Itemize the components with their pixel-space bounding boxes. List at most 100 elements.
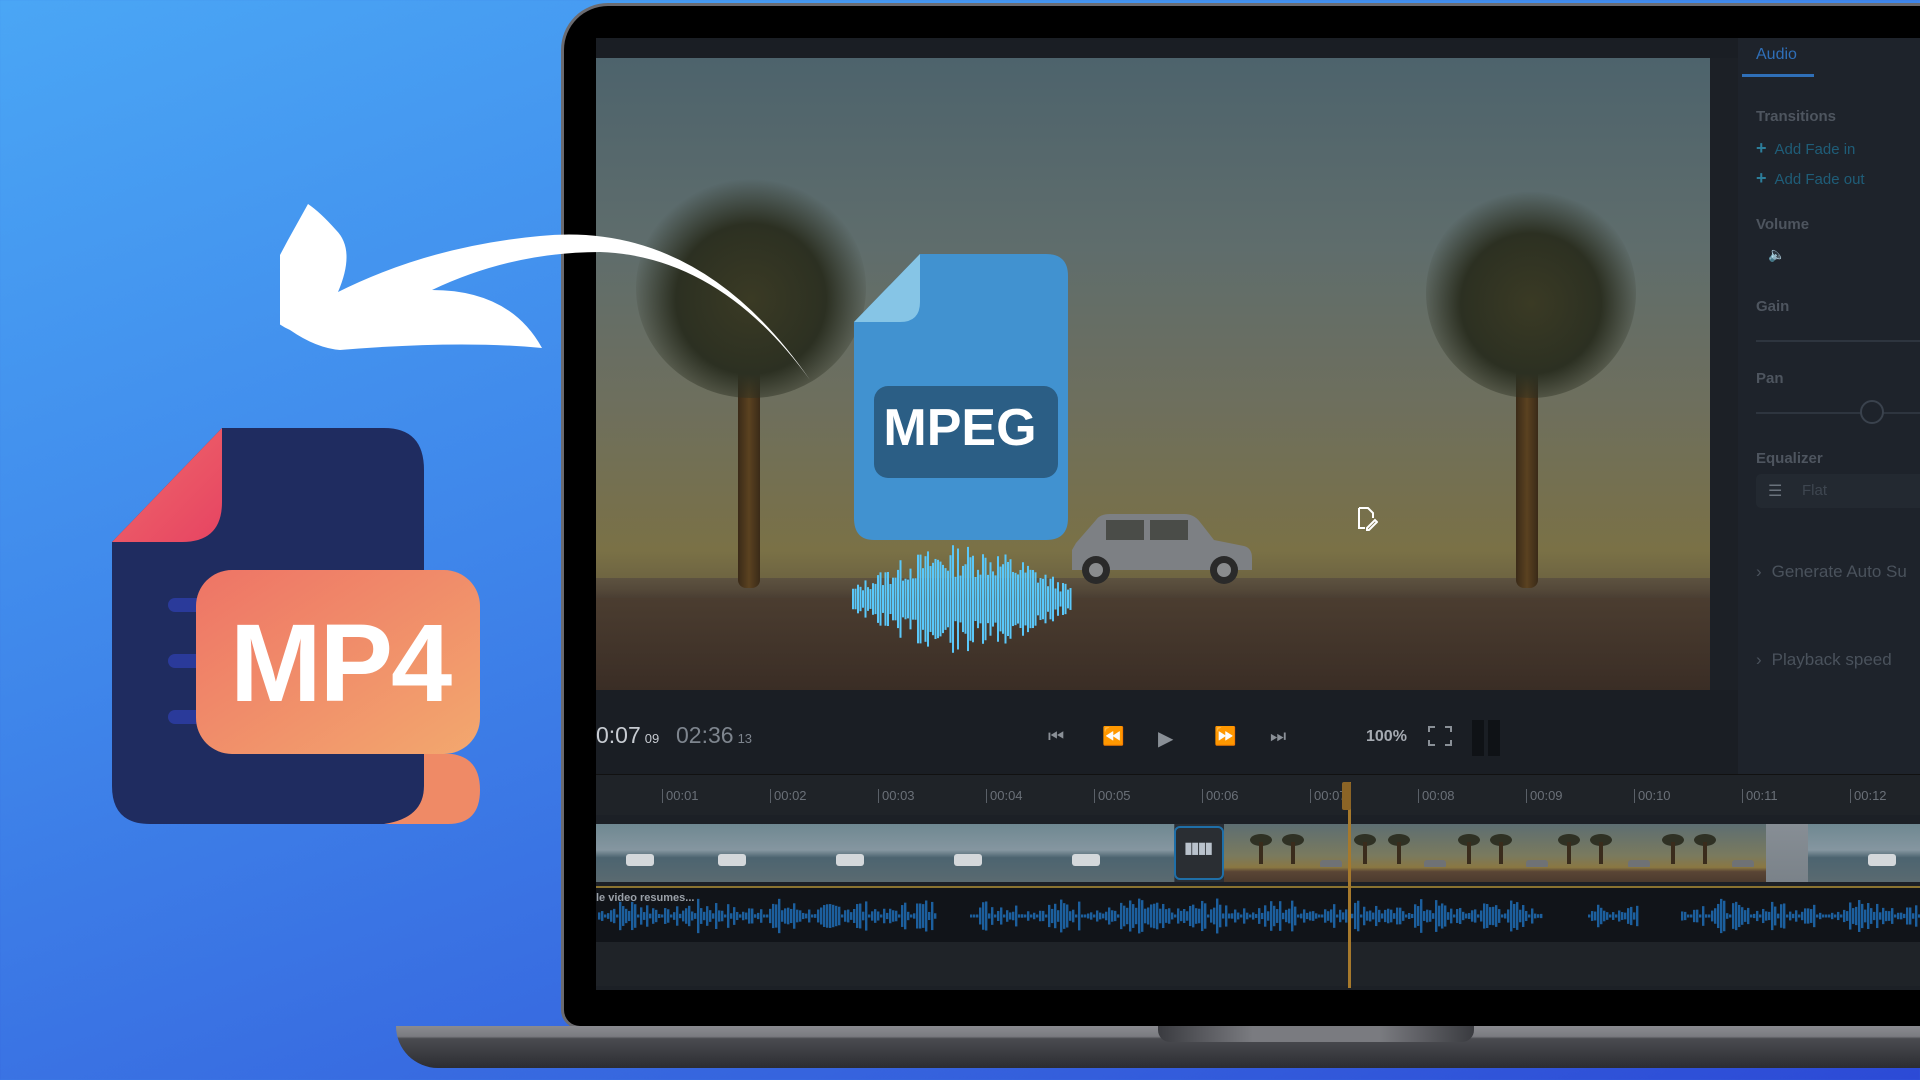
- waveform-bar: [754, 914, 757, 918]
- playhead-handle[interactable]: [1342, 782, 1351, 810]
- tab-audio[interactable]: Audio: [1756, 46, 1797, 64]
- add-fade-in-label: Add Fade in: [1774, 141, 1856, 158]
- waveform-bar: [1093, 914, 1096, 918]
- waveform-bar: [1441, 903, 1444, 929]
- waveform-bar: [1396, 907, 1399, 925]
- skip-to-start-icon[interactable]: ⏮: [1048, 726, 1064, 747]
- sound-wave-bar: [1022, 562, 1024, 636]
- selected-clip[interactable]: ▮▮▮▮: [1174, 826, 1224, 880]
- play-icon[interactable]: ▶: [1158, 726, 1173, 751]
- waveform-bar: [1387, 908, 1390, 924]
- waveform-bar: [664, 908, 667, 924]
- audio-track[interactable]: le video resumes...: [596, 886, 1920, 944]
- tick-label: 00:01: [662, 789, 699, 803]
- waveform-bar: [1468, 913, 1471, 919]
- pan-slider-knob[interactable]: [1860, 400, 1884, 424]
- pan-slider[interactable]: [1756, 412, 1920, 414]
- sound-wave-bar: [919, 554, 922, 644]
- waveform-bar: [784, 908, 787, 924]
- playback-speed-section[interactable]: › Playback speed: [1756, 650, 1892, 670]
- waveform-bar: [1900, 912, 1903, 920]
- waveform-bar: [718, 910, 721, 922]
- waveform-bar: [1000, 907, 1003, 925]
- fast-forward-icon[interactable]: ⏩: [1214, 726, 1236, 747]
- rewind-icon[interactable]: ⏪: [1102, 726, 1124, 747]
- waveform-bar: [1327, 911, 1330, 921]
- waveform-bar: [1612, 912, 1615, 920]
- waveform-bar: [1384, 909, 1387, 923]
- waveform-bar: [835, 905, 838, 927]
- waveform-bar: [1243, 908, 1246, 924]
- panel-toggle-handle[interactable]: [1472, 720, 1502, 756]
- waveform-bar: [1771, 901, 1774, 931]
- waveform-bar: [709, 910, 712, 922]
- video-track[interactable]: ▮▮▮▮: [596, 824, 1920, 882]
- waveform-bar: [850, 912, 853, 920]
- speaker-icon[interactable]: 🔈: [1768, 246, 1785, 263]
- add-fade-in-button[interactable]: + Add Fade in: [1756, 138, 1855, 159]
- waveform-bar: [1774, 906, 1777, 926]
- sound-wave-bar: [964, 564, 967, 634]
- waveform-bar: [1840, 914, 1843, 918]
- sound-wave-bar: [862, 590, 864, 608]
- waveform-bar: [1198, 908, 1201, 924]
- mini-palm: [1458, 834, 1480, 864]
- waveform-bar: [1825, 914, 1828, 918]
- plus-icon: +: [1756, 168, 1767, 188]
- sound-wave-bar: [1012, 571, 1014, 627]
- generate-auto-subtitles-section[interactable]: › Generate Auto Su: [1756, 562, 1907, 582]
- waveform-bar: [1318, 914, 1321, 918]
- zoom-level[interactable]: 100%: [1366, 728, 1407, 746]
- active-tab-indicator: [1742, 74, 1814, 77]
- waveform-bar: [1075, 914, 1078, 918]
- sound-wave-bar: [972, 555, 974, 643]
- waveform-bar: [1765, 911, 1768, 921]
- sound-wave-bar: [1069, 588, 1072, 610]
- mpeg-file-icon: [854, 254, 1068, 540]
- sound-wave-bar: [1044, 574, 1047, 624]
- sound-wave-bar: [1054, 588, 1057, 610]
- add-fade-out-button[interactable]: + Add Fade out: [1756, 168, 1865, 189]
- waveform-bar: [1705, 914, 1708, 918]
- playhead[interactable]: [1348, 782, 1351, 988]
- waveform-bar: [1846, 911, 1849, 921]
- waveform-bar: [1762, 908, 1765, 924]
- equalizer-select[interactable]: ☰ Flat: [1756, 474, 1920, 508]
- sound-wave-bar: [1019, 569, 1022, 629]
- waveform-bar: [1042, 910, 1045, 922]
- waveform-bar: [1033, 912, 1036, 920]
- waveform-bar: [640, 907, 643, 925]
- current-frame: 09: [644, 731, 660, 746]
- waveform-bar: [1852, 908, 1855, 924]
- waveform-bar: [727, 904, 730, 928]
- waveform-bar: [1684, 911, 1687, 921]
- waveform-bar: [901, 905, 904, 927]
- mini-palm: [1590, 834, 1612, 864]
- tick-label: 00:10: [1634, 789, 1671, 803]
- waveform-bar: [1312, 911, 1315, 921]
- sound-wave-bar: [1052, 576, 1054, 622]
- waveform-bar: [730, 913, 733, 919]
- sound-wave-bar: [879, 572, 882, 626]
- waveform-bar: [1309, 911, 1312, 921]
- waveform-bar: [994, 914, 997, 918]
- sound-wave-bar: [889, 583, 892, 615]
- waveform-bar: [1045, 914, 1048, 918]
- sound-wave-bar: [989, 562, 992, 636]
- waveform-bar: [1855, 906, 1858, 926]
- tick-label: 00:05: [1094, 789, 1131, 803]
- sound-wave-bar: [899, 560, 902, 638]
- waveform-bar: [1402, 911, 1405, 921]
- skip-to-end-icon[interactable]: ⏭: [1270, 726, 1286, 747]
- generate-subtitles-label: Generate Auto Su: [1771, 562, 1907, 581]
- waveform-bar: [724, 914, 727, 918]
- waveform-bar: [1159, 908, 1162, 924]
- waveform-bar: [910, 914, 913, 918]
- waveform-bar: [1315, 913, 1318, 919]
- sound-wave-bar: [1024, 572, 1027, 626]
- timeline-ruler[interactable]: 00:01 00:02 00:03 00:04 00:05 00:06 00:0…: [596, 774, 1920, 815]
- waveform-bar: [1111, 910, 1114, 922]
- gain-slider[interactable]: [1756, 340, 1920, 342]
- waveform-bar: [1636, 905, 1639, 927]
- fullscreen-icon[interactable]: [1428, 726, 1452, 746]
